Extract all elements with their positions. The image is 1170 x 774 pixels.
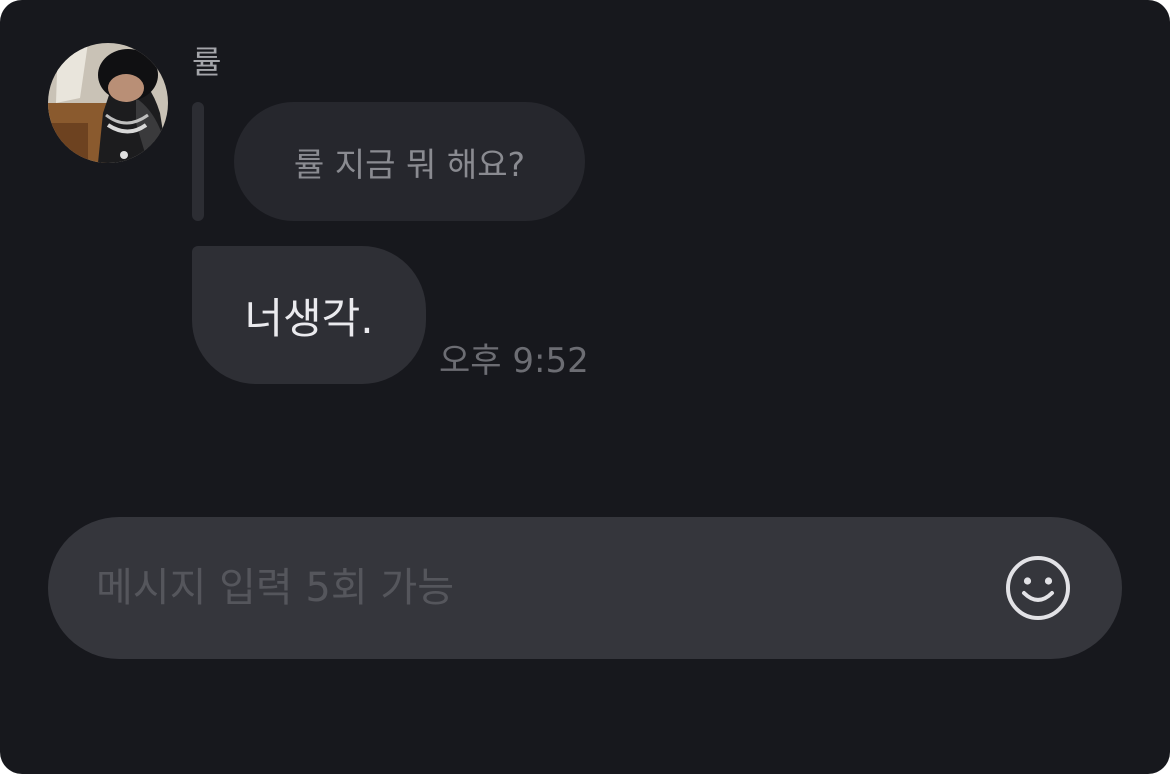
avatar-photo	[48, 43, 168, 163]
avatar[interactable]	[48, 43, 168, 163]
sender-name: 률	[192, 43, 222, 81]
message-bubble[interactable]: 너생각.	[192, 246, 426, 384]
smiley-face-icon	[1006, 556, 1070, 620]
message-composer	[48, 517, 1122, 659]
message-input[interactable]	[96, 557, 976, 619]
emoji-button[interactable]	[1004, 554, 1072, 622]
reply-indicator-bar	[192, 102, 204, 221]
quoted-message-text: 률 지금 뭐 해요?	[293, 144, 526, 184]
message-text: 너생각.	[244, 293, 374, 343]
quoted-message-bubble[interactable]: 률 지금 뭐 해요?	[234, 102, 585, 221]
message-timestamp: 오후 9:52	[439, 341, 589, 381]
chat-screen: 률 률 지금 뭐 해요? 너생각. 오후 9:52	[0, 0, 1170, 774]
